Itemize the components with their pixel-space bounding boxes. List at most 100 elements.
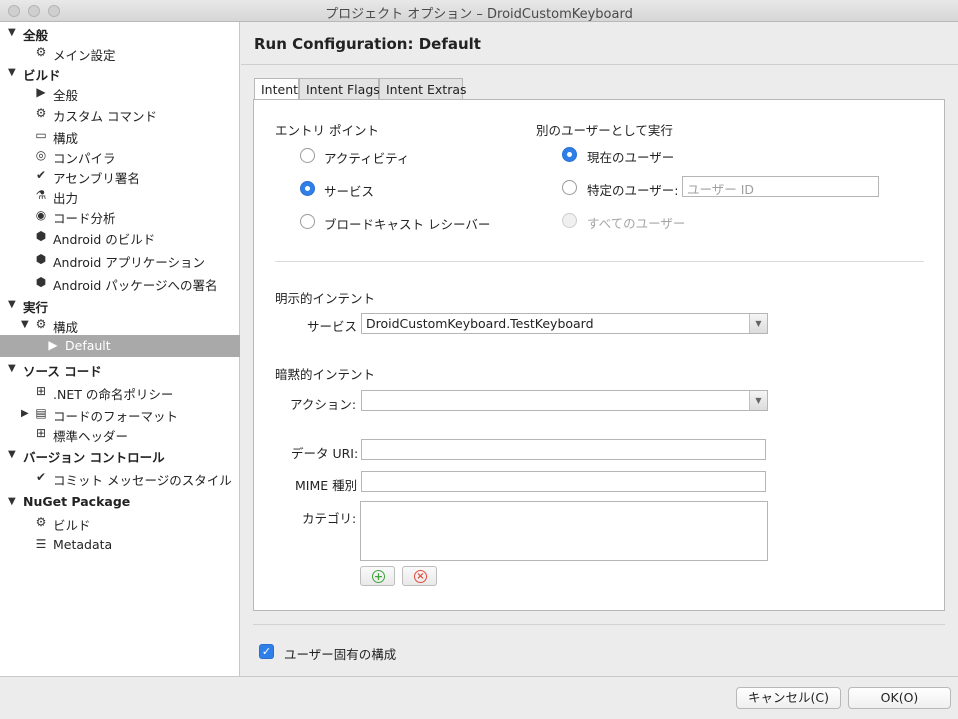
header-icon: ⊞ [35, 426, 47, 440]
compiler-icon: ◎ [35, 148, 47, 162]
sidebar-item-code-formatting[interactable]: ▶ ▤ コードのフォーマット [0, 404, 240, 424]
sidebar-item-label: ソース コード [23, 364, 102, 379]
all-users-label: すべてのユーザー [587, 216, 686, 231]
sidebar-item-run-configurations[interactable]: ▼ ⚙ 構成 [0, 315, 240, 335]
sidebar-item-main-settings[interactable]: ⚙ メイン設定 [0, 43, 240, 63]
chevron-down-icon[interactable]: ▼ [749, 314, 767, 333]
sidebar-item-run[interactable]: ▼ 実行 [0, 295, 240, 315]
chevron-down-icon[interactable]: ▼ [749, 391, 767, 410]
sidebar-item-android-package-signing[interactable]: ⬢ Android パッケージへの署名 [0, 273, 240, 293]
broadcast-receiver-label: ブロードキャスト レシーバー [324, 217, 491, 232]
current-user-label: 現在のユーザー [587, 150, 675, 165]
sidebar-item-general[interactable]: ▼ 全般 [0, 23, 240, 43]
target-icon: ◉ [35, 208, 47, 222]
sidebar-item-label: Metadata [53, 537, 113, 552]
sidebar-item-build[interactable]: ▼ ビルド [0, 63, 240, 83]
commit-check-icon: ✔ [35, 470, 47, 484]
sidebar-item-label: カスタム コマンド [53, 109, 157, 124]
data-uri-field[interactable] [361, 439, 766, 460]
badge-check-icon: ✔ [35, 168, 47, 182]
tab-intent-extras[interactable]: Intent Extras [379, 78, 467, 100]
sidebar-item-compiler[interactable]: ◎ コンパイラ [0, 146, 240, 166]
specific-user-radio[interactable] [562, 180, 577, 195]
sidebar-item-default[interactable]: ▶ Default [0, 335, 240, 357]
add-category-button[interactable]: + [360, 566, 395, 586]
remove-category-button[interactable]: × [402, 566, 437, 586]
sidebar-item-build-general[interactable]: ▶ 全般 [0, 83, 240, 103]
sidebar-item-source-code[interactable]: ▼ ソース コード [0, 359, 240, 379]
activity-label: アクティビティ [324, 151, 410, 166]
sidebar-item-android-application[interactable]: ⬢ Android アプリケーション [0, 250, 240, 270]
sidebar-item-standard-header[interactable]: ⊞ 標準ヘッダー [0, 424, 240, 444]
window-icon: ▭ [35, 128, 47, 142]
expand-arrow-icon[interactable]: ▼ [21, 319, 29, 330]
page-title: Run Configuration: Default [254, 35, 481, 53]
user-id-field[interactable]: ユーザー ID [682, 176, 879, 197]
data-uri-label: データ URI: [291, 446, 359, 461]
sidebar-item-android-build[interactable]: ⬢ Android のビルド [0, 227, 240, 247]
sidebar-item-label: コードのフォーマット [53, 409, 179, 424]
sidebar-item-label: 全般 [23, 28, 49, 43]
sidebar-item-label: コンパイラ [53, 151, 116, 166]
sidebar: ▼ 全般 ⚙ メイン設定 ▼ ビルド ▶ 全般 ⚙ カスタム コマンド ▭ 構成… [0, 22, 240, 676]
service-field-label: サービス [307, 319, 358, 334]
sidebar-item-version-control[interactable]: ▼ バージョン コントロール [0, 445, 240, 465]
ok-button[interactable]: OK(O) [848, 687, 951, 709]
category-list[interactable] [360, 501, 768, 561]
sidebar-item-label: 構成 [53, 131, 79, 146]
specific-user-label: 特定のユーザー: [587, 183, 679, 198]
sidebar-item-label: 構成 [53, 320, 79, 335]
sidebar-item-configurations[interactable]: ▭ 構成 [0, 126, 240, 146]
current-user-radio[interactable] [562, 147, 577, 162]
action-select[interactable]: ▼ [361, 390, 768, 411]
sidebar-item-commit-message-style[interactable]: ✔ コミット メッセージのスタイル [0, 468, 240, 488]
sidebar-item-label: Default [65, 338, 111, 353]
sidebar-item-label: Android のビルド [53, 232, 156, 247]
expand-arrow-icon[interactable]: ▼ [8, 496, 16, 507]
naming-icon: ⊞ [35, 384, 47, 398]
collapse-arrow-icon[interactable]: ▶ [21, 408, 29, 419]
tab-intent-flags[interactable]: Intent Flags [299, 78, 380, 100]
play-step-icon: ▶ [36, 85, 46, 99]
run-as-user-heading: 別のユーザーとして実行 [536, 123, 673, 138]
expand-arrow-icon[interactable]: ▼ [8, 363, 16, 374]
header-divider [241, 64, 958, 65]
expand-arrow-icon[interactable]: ▼ [8, 299, 16, 310]
expand-arrow-icon[interactable]: ▼ [8, 449, 16, 460]
gear-icon: ⚙ [35, 515, 47, 529]
section-divider [275, 261, 924, 262]
document-icon: ☰ [35, 537, 47, 551]
sidebar-item-naming-policy[interactable]: ⊞ .NET の命名ポリシー [0, 382, 240, 402]
sidebar-item-label: メイン設定 [53, 48, 116, 63]
implicit-intent-heading: 暗黙的インテント [275, 367, 376, 382]
expand-arrow-icon[interactable]: ▼ [8, 67, 16, 78]
title-bar: プロジェクト オプション – DroidCustomKeyboard [0, 0, 958, 22]
android-icon: ⬢ [35, 275, 47, 289]
all-users-radio[interactable] [562, 213, 577, 228]
service-radio[interactable] [300, 181, 315, 196]
android-icon: ⬢ [35, 229, 47, 243]
sidebar-item-output[interactable]: ⚗ 出力 [0, 186, 240, 206]
mime-type-field[interactable] [361, 471, 766, 492]
cancel-button[interactable]: キャンセル(C) [736, 687, 841, 709]
play-icon: ▶ [48, 338, 58, 352]
sidebar-item-code-analysis[interactable]: ◉ コード分析 [0, 206, 240, 226]
sidebar-item-custom-commands[interactable]: ⚙ カスタム コマンド [0, 104, 240, 124]
sidebar-item-metadata[interactable]: ☰ Metadata [0, 535, 240, 555]
sidebar-item-nuget-package[interactable]: ▼ NuGet Package [0, 492, 240, 512]
gear-icon: ⚙ [35, 106, 47, 120]
plus-circle-icon: + [372, 570, 385, 583]
broadcast-receiver-radio[interactable] [300, 214, 315, 229]
service-select[interactable]: DroidCustomKeyboard.TestKeyboard ▼ [361, 313, 768, 334]
sidebar-item-nuget-build[interactable]: ⚙ ビルド [0, 513, 240, 533]
user-specific-config-checkbox[interactable]: ✓ [259, 644, 274, 659]
sidebar-item-label: アセンブリ署名 [53, 171, 140, 186]
gear-icon: ⚙ [35, 317, 47, 331]
expand-arrow-icon[interactable]: ▼ [8, 27, 16, 38]
service-select-value: DroidCustomKeyboard.TestKeyboard [366, 316, 594, 331]
window-title: プロジェクト オプション – DroidCustomKeyboard [325, 7, 633, 22]
tab-intent[interactable]: Intent [254, 78, 299, 101]
activity-radio[interactable] [300, 148, 315, 163]
mime-type-label: MIME 種別 [295, 478, 358, 493]
sidebar-item-assembly-signing[interactable]: ✔ アセンブリ署名 [0, 166, 240, 186]
